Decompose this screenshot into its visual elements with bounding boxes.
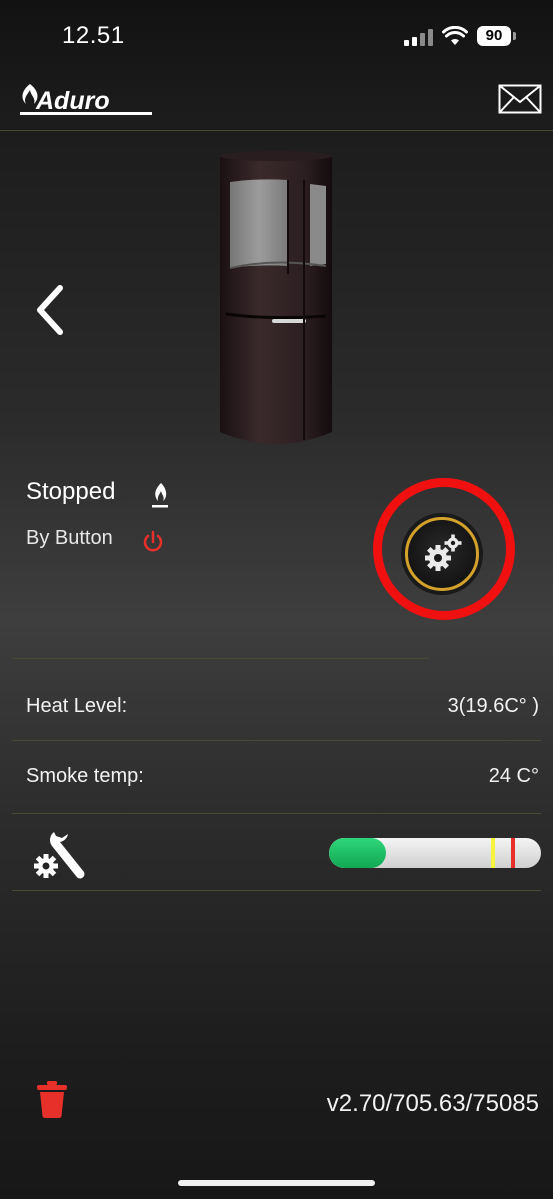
row-divider (12, 890, 541, 891)
chevron-left-icon[interactable] (28, 280, 72, 340)
gears-icon (425, 534, 462, 571)
status-time: 12.51 (62, 22, 125, 49)
stove-image (220, 151, 332, 444)
flame-icon (152, 483, 168, 508)
heat-level-label: Heat Level: (26, 695, 128, 717)
aduro-logo[interactable]: Aduro (16, 80, 156, 120)
power-icon (143, 530, 163, 552)
smoke-temp-value: 24 C° (488, 765, 539, 787)
home-indicator[interactable] (178, 1180, 375, 1186)
status-divider (12, 658, 429, 659)
battery-icon: 90 (477, 26, 511, 46)
heat-level-value: 3(19.6C° ) (447, 695, 539, 717)
battery-tip (513, 32, 516, 40)
logo-text: Aduro (35, 87, 110, 115)
header-divider (0, 130, 553, 131)
row-divider (12, 813, 541, 814)
smoke-temp-label: Smoke temp: (26, 765, 144, 787)
wrench-gear-icon[interactable] (30, 826, 92, 884)
wifi-icon (442, 26, 468, 45)
maintenance-gauge (329, 838, 541, 868)
stop-reason: By Button (26, 527, 113, 549)
gauge-marker-limit (511, 838, 515, 868)
gauge-marker-warning (491, 838, 495, 868)
cellular-signal-icon (404, 28, 434, 46)
settings-button[interactable] (405, 517, 479, 591)
version-text: v2.70/705.63/75085 (326, 1090, 539, 1117)
trash-icon[interactable] (36, 1080, 68, 1118)
stove-status: Stopped (26, 478, 116, 505)
gauge-fill (329, 838, 387, 868)
mail-icon[interactable] (498, 84, 542, 114)
